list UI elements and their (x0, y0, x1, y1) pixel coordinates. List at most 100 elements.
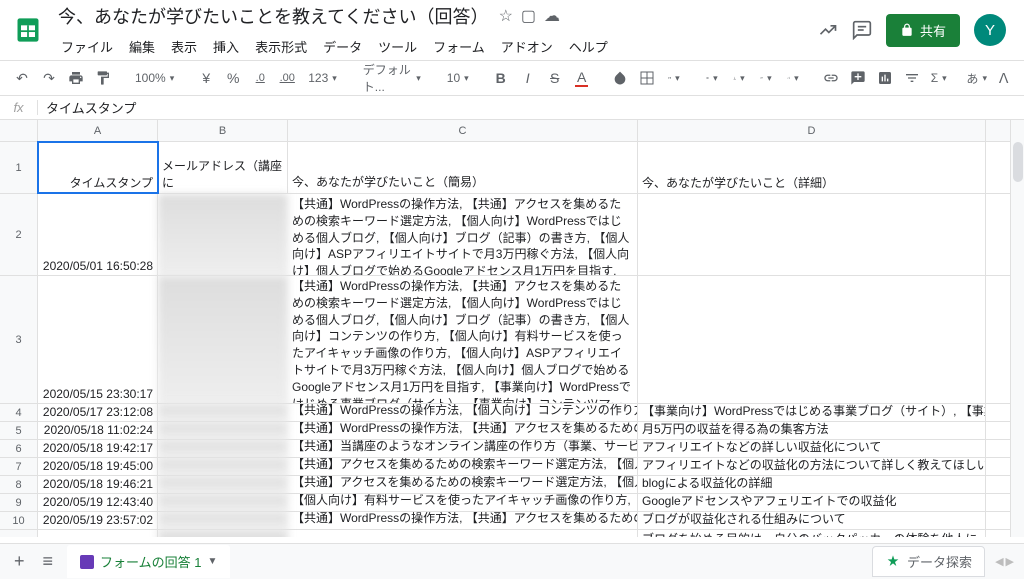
cell[interactable]: 2020/05/18 19:42:17 (38, 440, 158, 457)
cell[interactable]: 【共通】WordPressの操作方法, 【共通】アクセスを集めるための検索キー (288, 422, 638, 439)
functions-icon[interactable]: Σ (927, 67, 951, 89)
move-icon[interactable]: ▢ (521, 6, 536, 26)
cell[interactable]: 2020/05/21 22:30:45 (38, 530, 158, 537)
cell[interactable] (158, 404, 288, 421)
insert-comment-icon[interactable] (846, 66, 870, 90)
cell[interactable] (158, 276, 288, 403)
menu-edit[interactable]: 編集 (122, 33, 162, 60)
font-combo[interactable]: デフォルト... (357, 57, 427, 99)
cell[interactable]: 月5万円の収益を得る為の集客方法 (638, 422, 986, 439)
star-icon[interactable]: ☆ (499, 6, 513, 26)
cell[interactable]: 2020/05/18 19:46:21 (38, 476, 158, 493)
menu-insert[interactable]: 挿入 (206, 33, 246, 60)
bold-button[interactable]: B (489, 66, 513, 90)
cell-d1[interactable]: 今、あなたが学びたいこと（詳細） (638, 142, 986, 193)
fill-color-icon[interactable] (608, 66, 632, 90)
row-header[interactable]: 10 (0, 512, 38, 529)
cell-c1[interactable]: 今、あなたが学びたいこと（簡易） (288, 142, 638, 193)
row-header[interactable]: 6 (0, 440, 38, 457)
paint-format-icon[interactable] (91, 66, 115, 90)
rotate-icon[interactable] (781, 66, 805, 90)
scroll-right-icon[interactable]: ▶ (1006, 555, 1014, 568)
menu-addons[interactable]: アドオン (494, 33, 560, 60)
cell[interactable]: 【共通】WordPressの操作方法, 【共通】アクセスを集めるための検索キーワ… (288, 276, 638, 403)
strike-button[interactable]: S (543, 66, 567, 90)
menu-file[interactable]: ファイル (54, 33, 120, 60)
borders-icon[interactable] (635, 66, 659, 90)
cell[interactable] (638, 276, 986, 403)
user-avatar[interactable]: Y (974, 14, 1006, 46)
cell[interactable]: 2020/05/18 11:02:24 (38, 422, 158, 439)
cell[interactable]: 2020/05/15 23:30:17 (38, 276, 158, 403)
cell[interactable]: 【共通】アクセスを集めるための検索キーワード選定方法, 【個人向け】ブ (288, 458, 638, 475)
formula-input[interactable]: タイムスタンプ (38, 98, 136, 117)
row-header[interactable]: 8 (0, 476, 38, 493)
cell[interactable]: blogによる収益化の詳細 (638, 476, 986, 493)
zoom-combo[interactable]: 100% (129, 67, 180, 89)
cell[interactable]: 2020/05/19 12:43:40 (38, 494, 158, 511)
valign-icon[interactable] (727, 66, 751, 90)
col-header-d[interactable]: D (638, 120, 986, 141)
cell-a1[interactable]: タイムスタンプ (38, 142, 158, 193)
cell[interactable]: 【共通】WordPressの操作方法, 【共通】アクセスを集めるための検索キーワ… (288, 194, 638, 275)
menu-view[interactable]: 表示 (164, 33, 204, 60)
menu-format[interactable]: 表示形式 (248, 33, 314, 60)
row-header[interactable]: 11 (0, 530, 38, 537)
add-sheet-icon[interactable]: + (10, 547, 29, 576)
cell[interactable]: 【共通】アクセスを集めるための検索キーワード選定方法, 【個人向け】ブ (288, 476, 638, 493)
cell[interactable] (158, 440, 288, 457)
cell[interactable]: 【共通】WordPressの操作方法, 【共通】アクセスを集めるための検索キー (288, 512, 638, 529)
halign-icon[interactable] (700, 66, 724, 90)
link-icon[interactable] (819, 66, 843, 90)
wrap-icon[interactable] (754, 66, 778, 90)
row-header[interactable]: 9 (0, 494, 38, 511)
col-header-b[interactable]: B (158, 120, 288, 141)
cell[interactable]: 【事業向け】WordPressではじめる事業ブログ（サイト）, 【事業向け】コン… (638, 404, 986, 421)
print-icon[interactable] (64, 66, 88, 90)
percent-icon[interactable]: % (221, 66, 245, 90)
cell[interactable]: 【共通】WordPressの操作方法, 【個人向け】コンテンツの作り方, (288, 404, 638, 421)
cell[interactable]: 2020/05/17 23:12:08 (38, 404, 158, 421)
cell[interactable] (158, 458, 288, 475)
cell[interactable] (158, 476, 288, 493)
scroll-left-icon[interactable]: ◀ (995, 555, 1003, 568)
collapse-toolbar-icon[interactable]: ᐱ (992, 66, 1016, 91)
text-color-button[interactable]: A (570, 65, 594, 91)
row-header[interactable]: 4 (0, 404, 38, 421)
horizontal-scroll-controls[interactable]: ◀ ▶ (995, 555, 1014, 568)
sheet-tab[interactable]: フォームの回答 1 ▼ (67, 545, 230, 578)
col-header-a[interactable]: A (38, 120, 158, 141)
font-size-combo[interactable]: 10 (441, 67, 475, 89)
cell[interactable]: 【共通】当講座のようなオンライン講座の作り方（事業、サービス、教室や (288, 440, 638, 457)
cell[interactable]: Googleアドセンスやアフェリエイトでの収益化 (638, 494, 986, 511)
menu-data[interactable]: データ (316, 33, 369, 60)
merge-icon[interactable] (662, 66, 686, 90)
number-format-combo[interactable]: 123 (302, 67, 343, 89)
comment-icon[interactable] (852, 20, 872, 40)
doc-title[interactable]: 今、あなたが学びたいことを教えてください（回答） (54, 1, 493, 31)
activity-icon[interactable] (818, 20, 838, 40)
chart-icon[interactable] (873, 66, 897, 90)
dec-increase-icon[interactable]: .00 (275, 68, 299, 88)
cell[interactable]: アフィリエイトなどの収益化の方法について詳しく教えてほしい (638, 458, 986, 475)
cell[interactable]: 【共通】WordPressの操作方法, 【共通】アクセスを集めるための検索キー (288, 530, 638, 537)
cell[interactable]: 2020/05/18 19:45:00 (38, 458, 158, 475)
col-header-c[interactable]: C (288, 120, 638, 141)
explore-button[interactable]: データ探索 (872, 546, 985, 577)
grid[interactable]: A B C D 1 タイムスタンプ メールアドレス（講座に 今、あなたが学びたい… (0, 120, 1024, 537)
cell-b1[interactable]: メールアドレス（講座に (158, 142, 288, 193)
cell[interactable] (158, 194, 288, 275)
select-all-corner[interactable] (0, 120, 38, 141)
row-header[interactable]: 1 (0, 142, 38, 193)
cell[interactable]: 【個人向け】有料サービスを使ったアイキャッチ画像の作り方, 【個人向け (288, 494, 638, 511)
menu-help[interactable]: ヘルプ (562, 33, 615, 60)
all-sheets-icon[interactable]: ≡ (39, 547, 58, 576)
row-header[interactable]: 5 (0, 422, 38, 439)
menu-tools[interactable]: ツール (371, 33, 424, 60)
row-header[interactable]: 7 (0, 458, 38, 475)
row-header[interactable]: 2 (0, 194, 38, 275)
vertical-scrollbar[interactable] (1010, 120, 1024, 537)
cloud-icon[interactable]: ☁ (544, 6, 560, 26)
row-header[interactable]: 3 (0, 276, 38, 403)
italic-button[interactable]: I (516, 66, 540, 90)
